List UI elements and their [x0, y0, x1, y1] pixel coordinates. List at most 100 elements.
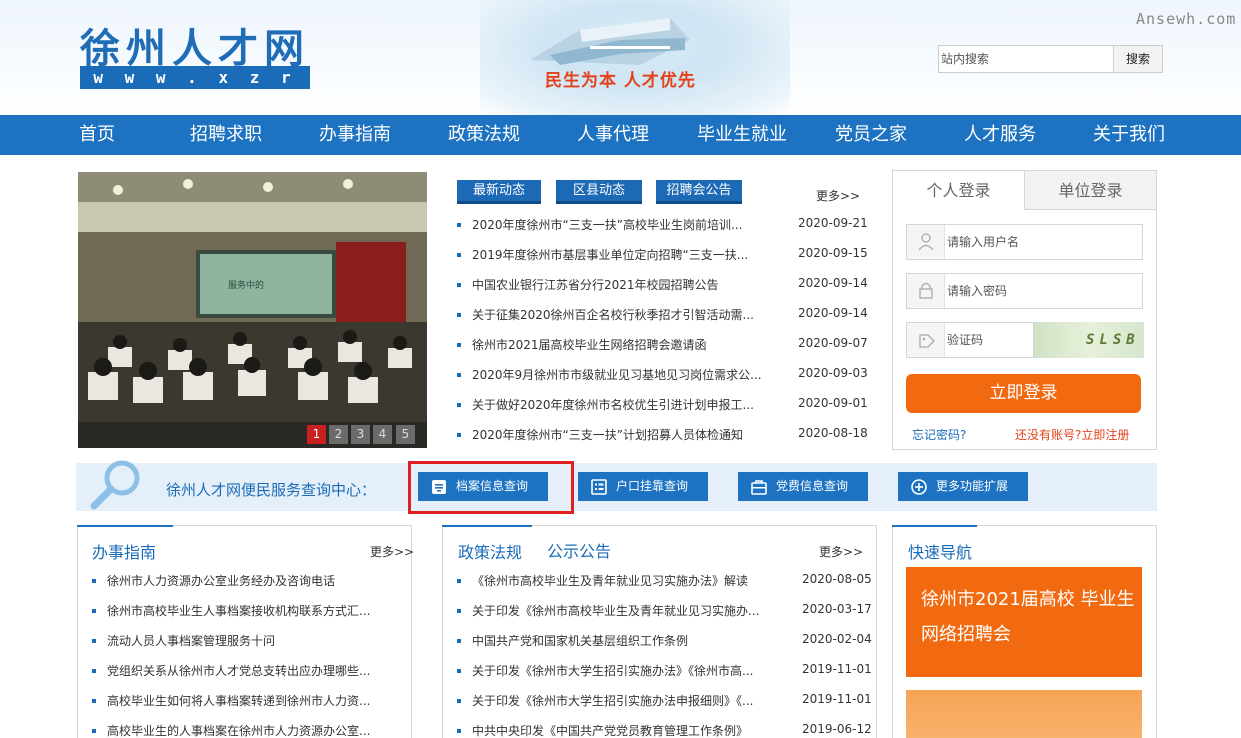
site-url-badge[interactable]: w w w . x z r c . c o m — [80, 66, 310, 110]
bullet-icon — [457, 639, 461, 643]
list-item[interactable]: 中国农业银行江苏省分行2021年校园招聘公告 2020-09-14 — [457, 276, 868, 294]
party-fee-query-button[interactable]: 党费信息查询 — [738, 472, 868, 501]
nav-graduate-employment[interactable]: 毕业生就业 — [697, 115, 787, 155]
tab-latest-news[interactable]: 最新动态 — [457, 180, 541, 204]
plus-circle-icon — [911, 479, 927, 495]
tab-policy[interactable]: 政策法规 — [458, 539, 522, 563]
bullet-icon — [457, 373, 461, 377]
list-item[interactable]: 关于征集2020徐州百企名校行秋季招才引智活动需... 2020-09-14 — [457, 306, 868, 324]
slide-page-5[interactable]: 5 — [396, 425, 415, 444]
bullet-icon — [92, 609, 96, 613]
login-button[interactable]: 立即登录 — [906, 374, 1141, 413]
list-item[interactable]: 2019年度徐州市基层事业单位定向招聘“三支一扶... 2020-09-15 — [457, 246, 868, 264]
list-item[interactable]: 党组织关系从徐州市人才党总支转出应办理哪些... — [92, 662, 402, 680]
highlight-box — [408, 461, 574, 514]
list-icon — [591, 479, 607, 495]
list-item[interactable]: 关于印发《徐州市大学生招引实施办法申报细则》《... 2019-11-01 — [457, 692, 872, 710]
forgot-password-link[interactable]: 忘记密码? — [912, 426, 966, 443]
list-item[interactable]: 2020年9月徐州市市级就业见习基地见习岗位需求公... 2020-09-03 — [457, 366, 868, 384]
watermark: Ansewh.com — [1136, 10, 1237, 28]
more-functions-button[interactable]: 更多功能扩展 — [898, 472, 1028, 501]
bullet-icon — [92, 729, 96, 733]
lock-icon — [907, 274, 945, 308]
tag-icon — [907, 323, 945, 357]
list-item[interactable]: 关于做好2020年度徐州市名校优生引进计划申报工... 2020-09-01 — [457, 396, 868, 414]
nav-jobs[interactable]: 招聘求职 — [190, 115, 262, 155]
nav-party-members[interactable]: 党员之家 — [835, 115, 907, 155]
list-item[interactable]: 关于印发《徐州市大学生招引实施办法》《徐州市高... 2019-11-01 — [457, 662, 872, 680]
policy-more-link[interactable]: 更多>> — [819, 543, 863, 560]
list-item[interactable]: 徐州市高校毕业生人事档案接收机构联系方式汇... — [92, 602, 402, 620]
header-slogan: 民生为本 人才优先 — [545, 71, 696, 91]
tab-personal-login[interactable]: 个人登录 — [893, 171, 1024, 210]
slide-screen-text: 服务中的 — [228, 279, 264, 291]
meeting-photo: 服务中的 — [78, 172, 427, 448]
username-field[interactable]: 请输入用户名 — [906, 224, 1143, 260]
list-item[interactable]: 徐州市2021届高校毕业生网络招聘会邀请函 2020-09-07 — [457, 336, 868, 354]
hukou-query-button[interactable]: 户口挂靠查询 — [578, 472, 708, 501]
main-nav: 首页 招聘求职 办事指南 政策法规 人事代理 毕业生就业 党员之家 人才服务 关… — [0, 115, 1241, 155]
register-link[interactable]: 还没有账号?立即注册 — [1015, 426, 1129, 443]
captcha-text: SLSB — [1086, 332, 1140, 348]
slide-page-2[interactable]: 2 — [329, 425, 348, 444]
nav-talent-service[interactable]: 人才服务 — [964, 115, 1036, 155]
tab-job-fair-notice[interactable]: 招聘会公告 — [656, 180, 742, 204]
slide-page-1[interactable]: 1 — [307, 425, 326, 444]
promo-banner-2[interactable] — [906, 690, 1142, 738]
guide-more-link[interactable]: 更多>> — [370, 543, 414, 560]
bullet-icon — [457, 609, 461, 613]
briefcase-icon — [751, 480, 767, 495]
bullet-icon — [457, 313, 461, 317]
tab-unit-login[interactable]: 单位登录 — [1024, 171, 1156, 210]
bullet-icon — [457, 253, 461, 257]
bullet-icon — [92, 579, 96, 583]
magnifier-icon — [90, 460, 140, 510]
news-more-link[interactable]: 更多>> — [816, 187, 860, 204]
password-field[interactable]: 请输入密码 — [906, 273, 1143, 309]
nav-about-us[interactable]: 关于我们 — [1093, 115, 1165, 155]
policy-title-underline — [442, 525, 532, 527]
guide-title-underline — [77, 525, 173, 527]
bullet-icon — [92, 699, 96, 703]
nav-home[interactable]: 首页 — [79, 115, 115, 155]
bullet-icon — [92, 639, 96, 643]
list-item[interactable]: 流动人员人事档案管理服务十问 — [92, 632, 402, 650]
site-search-input[interactable]: 站内搜索 — [938, 45, 1114, 73]
news-slideshow[interactable]: 服务中的 — [78, 172, 427, 448]
bullet-icon — [457, 433, 461, 437]
list-item[interactable]: 《徐州市高校毕业生及青年就业见习实施办法》解读 2020-08-05 — [457, 572, 872, 590]
building-illustration — [530, 18, 690, 65]
bullet-icon — [457, 699, 461, 703]
bullet-icon — [457, 579, 461, 583]
list-item[interactable]: 2020年度徐州市“三支一扶”高校毕业生岗前培训... 2020-09-21 — [457, 216, 868, 234]
quicknav-title: 快速导航 — [908, 543, 973, 562]
tab-district-news[interactable]: 区县动态 — [556, 180, 642, 204]
bullet-icon — [457, 223, 461, 227]
list-item[interactable]: 中共中央印发《中国共产党党员教育管理工作条例》 2019-06-12 — [457, 722, 872, 738]
list-item[interactable]: 关于印发《徐州市高校毕业生及青年就业见习实施办... 2020-03-17 — [457, 602, 872, 620]
list-item[interactable]: 徐州市人力资源办公室业务经办及咨询电话 — [92, 572, 402, 590]
site-search-button[interactable]: 搜索 — [1113, 45, 1163, 73]
slide-page-4[interactable]: 4 — [373, 425, 392, 444]
bullet-icon — [457, 403, 461, 407]
bullet-icon — [92, 669, 96, 673]
list-item[interactable]: 2020年度徐州市“三支一扶”计划招募人员体检通知 2020-08-18 — [457, 426, 868, 444]
job-fair-promo-text: 徐州市2021届高校 毕业生网络招聘会 — [921, 589, 1135, 645]
nav-guide[interactable]: 办事指南 — [319, 115, 391, 155]
list-item[interactable]: 中国共产党和国家机关基层组织工作条例 2020-02-04 — [457, 632, 872, 650]
slide-page-3[interactable]: 3 — [351, 425, 370, 444]
bullet-icon — [457, 283, 461, 287]
bullet-icon — [457, 729, 461, 733]
list-item[interactable]: 高校毕业生的人事档案在徐州市人力资源办公室... — [92, 722, 402, 738]
nav-policy[interactable]: 政策法规 — [448, 115, 520, 155]
service-center-title: 徐州人才网便民服务查询中心： — [166, 481, 377, 499]
nav-personnel-agency[interactable]: 人事代理 — [577, 115, 649, 155]
list-item[interactable]: 高校毕业生如何将人事档案转递到徐州市人力资... — [92, 692, 402, 710]
captcha-field[interactable]: 验证码 — [906, 322, 1034, 358]
quicknav-title-underline — [892, 525, 977, 527]
bullet-icon — [457, 669, 461, 673]
user-icon — [907, 225, 945, 259]
guide-title[interactable]: 办事指南 — [92, 539, 156, 563]
bullet-icon — [457, 343, 461, 347]
tab-public-notice[interactable]: 公示公告 — [547, 538, 611, 562]
